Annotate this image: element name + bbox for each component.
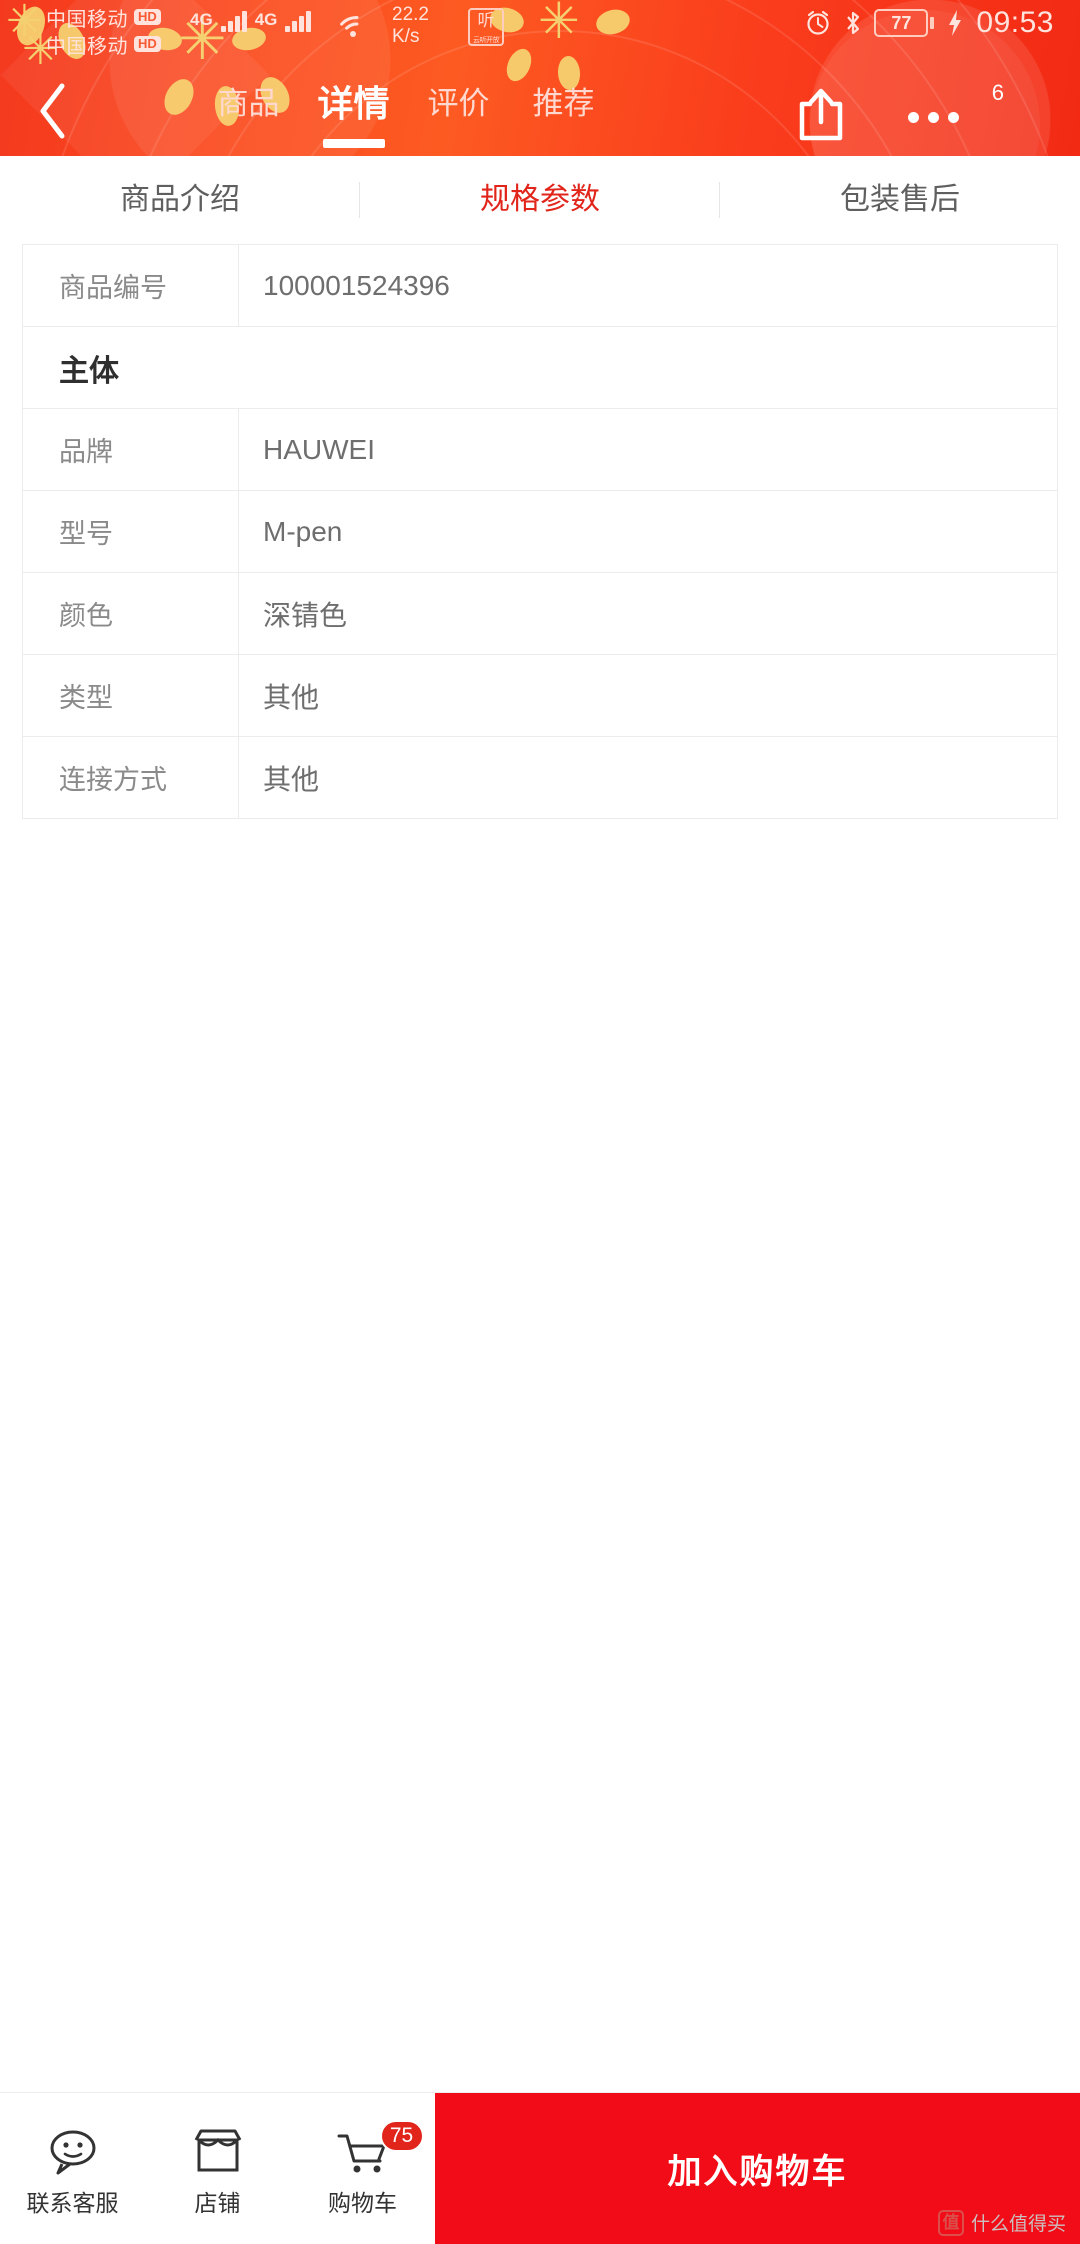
nav-row: 商品 详情 评价 推荐 6 <box>0 62 1080 156</box>
signal-block: 4G 4G <box>190 8 312 32</box>
network-type-2: 4G <box>254 10 278 29</box>
alarm-icon <box>807 10 830 35</box>
app-header: ✳ ✳ ✳ ✳ 中国移动 HD 中国移动 HD 4G 4G 22.2 K/s 听… <box>0 0 1080 156</box>
more-button[interactable]: 6 <box>900 80 1010 146</box>
contact-service-label: 联系客服 <box>26 2189 119 2216</box>
charging-bolt-icon <box>949 10 962 36</box>
spec-table: 商品编号 100001524396 主体 品牌 HAUWEI 型号 M-pen … <box>22 244 1058 819</box>
cart-button[interactable]: 75 购物车 <box>290 2093 435 2244</box>
product-detail-screen: ✳ ✳ ✳ ✳ 中国移动 HD 中国移动 HD 4G 4G 22.2 K/s 听… <box>0 0 1080 2244</box>
table-row: 连接方式 其他 <box>23 737 1057 819</box>
tab-active-indicator <box>322 139 385 148</box>
share-icon <box>799 88 843 141</box>
speed-unit: K/s <box>392 26 420 47</box>
shop-icon <box>189 2126 247 2176</box>
subtab-specs[interactable]: 规格参数 <box>360 156 720 244</box>
carrier-label-1: 中国移动 <box>46 8 128 31</box>
spec-value: HAUWEI <box>263 433 375 465</box>
table-row: 颜色 深锖色 <box>23 573 1057 655</box>
hd-badge-2: HD <box>134 35 161 53</box>
spec-key: 型号 <box>23 491 239 572</box>
bottom-action-bar: 联系客服 店铺 75 购物车 加入购物车 值 什么值得买 <box>0 2092 1080 2244</box>
watermark-logo: 值 <box>937 2209 964 2236</box>
table-row: 型号 M-pen <box>23 491 1057 573</box>
bluetooth-icon <box>847 11 860 35</box>
watermark-text: 什么值得买 <box>970 2214 1066 2235</box>
spec-value: M-pen <box>263 515 343 547</box>
speed-value: 22.2 <box>392 4 429 25</box>
network-type-1: 4G <box>190 10 213 29</box>
spec-key: 商品编号 <box>23 245 239 326</box>
back-button[interactable] <box>18 76 88 146</box>
spec-key: 连接方式 <box>23 737 239 818</box>
spec-section-title: 主体 <box>59 354 119 388</box>
subtab-product-intro[interactable]: 商品介绍 <box>0 156 360 244</box>
contact-service-button[interactable]: 联系客服 <box>0 2093 145 2244</box>
table-row: 类型 其他 <box>23 655 1057 737</box>
status-carrier-block: 中国移动 HD 中国移动 HD <box>46 4 161 58</box>
shop-label: 店铺 <box>194 2189 241 2216</box>
table-row: 品牌 HAUWEI <box>23 409 1057 491</box>
table-section-row: 主体 <box>23 327 1057 409</box>
battery-icon: 77 <box>874 9 935 37</box>
hd-badge-1: HD <box>134 8 161 26</box>
chevron-left-icon <box>40 83 65 139</box>
tab-recommend[interactable]: 推荐 <box>511 82 616 126</box>
carrier-label-2: 中国移动 <box>46 35 128 58</box>
tab-goods[interactable]: 商品 <box>196 82 301 126</box>
site-watermark: 值 什么值得买 <box>937 2209 1066 2236</box>
spec-key: 类型 <box>23 655 239 736</box>
table-row: 商品编号 100001524396 <box>23 245 1057 327</box>
share-button[interactable] <box>790 84 852 146</box>
spec-value: 其他 <box>263 763 320 795</box>
spec-value: 其他 <box>263 681 320 713</box>
network-speed: 22.2 K/s <box>392 4 462 48</box>
customer-service-icon <box>44 2126 102 2176</box>
header-tabs: 商品 详情 评价 推荐 <box>196 82 616 156</box>
status-bar: 中国移动 HD 中国移动 HD 4G 4G 22.2 K/s 听 云听开放 77… <box>0 0 1080 58</box>
spec-value: 深锖色 <box>263 599 348 631</box>
shop-button[interactable]: 店铺 <box>145 2093 290 2244</box>
wifi-icon <box>340 16 359 37</box>
clock: 09:53 <box>976 6 1054 39</box>
cart-label: 购物车 <box>328 2189 397 2216</box>
subtab-packaging-service[interactable]: 包装售后 <box>720 156 1080 244</box>
cart-icon: 75 <box>334 2119 424 2176</box>
more-dots-icon <box>908 112 1010 123</box>
cart-badge: 75 <box>379 2119 424 2152</box>
detail-subtabs: 商品介绍 规格参数 包装售后 <box>0 156 1080 244</box>
tab-detail[interactable]: 详情 <box>301 82 406 148</box>
tab-reviews[interactable]: 评价 <box>406 82 511 126</box>
spec-key: 颜色 <box>23 573 239 654</box>
status-right-block: 77 09:53 <box>804 6 1054 40</box>
more-badge-count: 6 <box>991 80 1004 105</box>
spec-key: 品牌 <box>23 409 239 490</box>
battery-percent: 77 <box>874 9 929 37</box>
signal-bars-icon-1 <box>220 8 247 32</box>
signal-bars-icon-2 <box>285 8 312 32</box>
spec-value: 100001524396 <box>263 269 450 301</box>
listening-app-icon: 听 云听开放 <box>468 8 504 46</box>
